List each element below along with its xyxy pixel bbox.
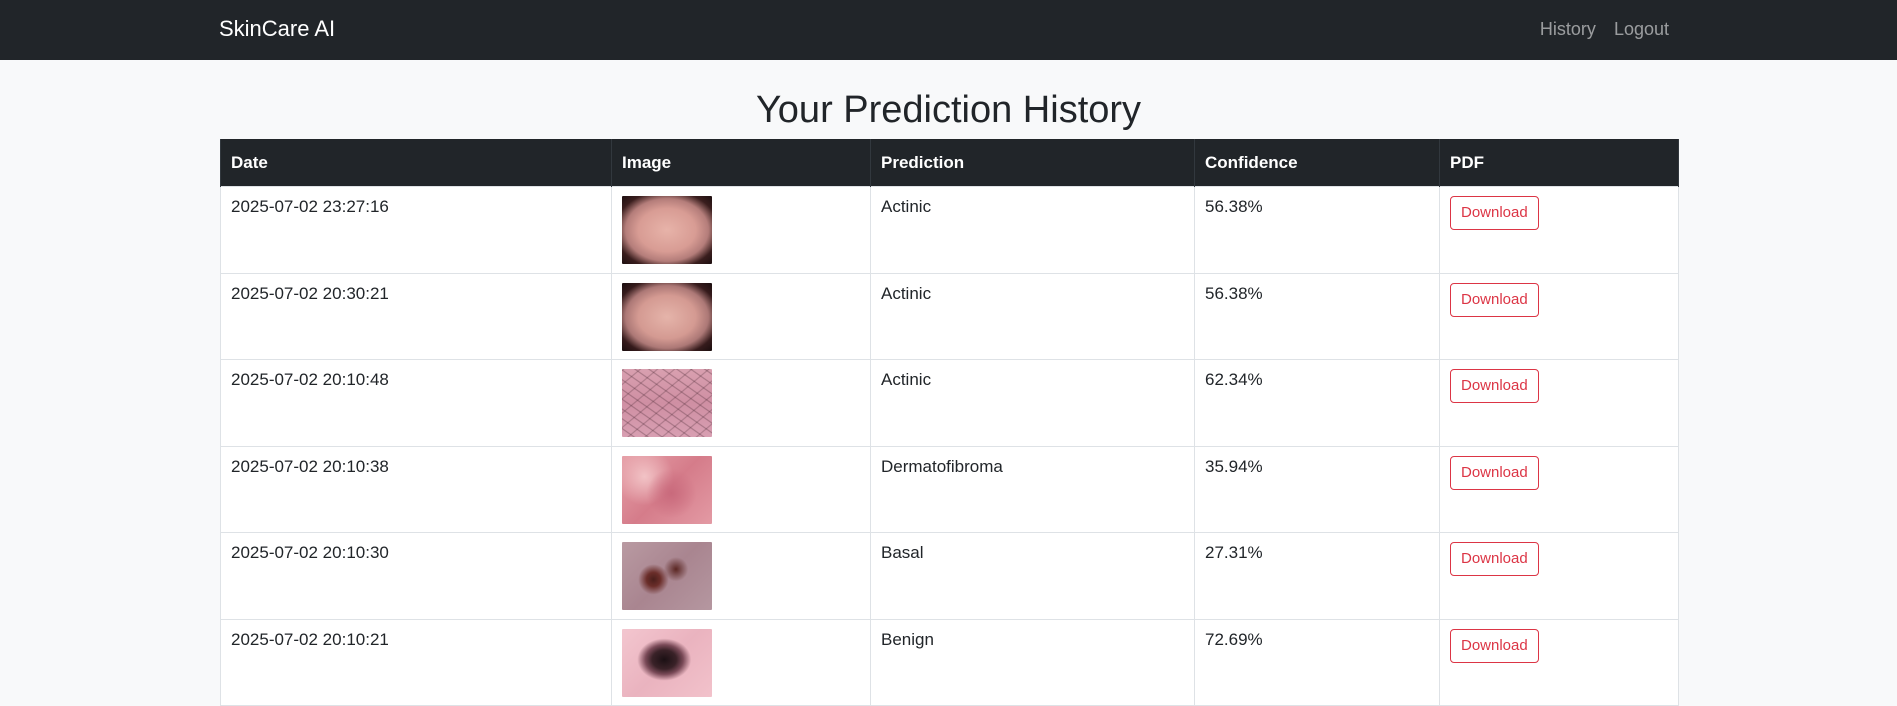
cell-pdf: Download xyxy=(1439,445,1679,533)
cell-image xyxy=(611,359,871,447)
cell-pdf: Download xyxy=(1439,359,1679,447)
nav-links: History Logout xyxy=(1540,17,1669,41)
cell-prediction: Basal xyxy=(870,532,1195,620)
cell-pdf: Download xyxy=(1439,272,1679,360)
cell-pdf: Download xyxy=(1439,186,1679,274)
cell-prediction: Actinic xyxy=(870,272,1195,360)
cell-confidence: 35.94% xyxy=(1194,445,1440,533)
column-header-prediction: Prediction xyxy=(870,139,1195,187)
download-pdf-button[interactable]: Download xyxy=(1450,455,1539,490)
cell-image xyxy=(611,445,871,533)
cell-prediction: Actinic xyxy=(870,186,1195,274)
history-table-container: Date Image Prediction Confidence PDF 202… xyxy=(220,139,1679,706)
cell-confidence: 72.69% xyxy=(1194,618,1440,706)
cell-date: 2025-07-02 20:10:21 xyxy=(220,618,612,706)
download-pdf-button[interactable]: Download xyxy=(1450,282,1539,317)
brand-link[interactable]: SkinCare AI xyxy=(219,15,335,43)
table-row: 2025-07-02 20:30:21 Actinic 56.38% Downl… xyxy=(220,272,1679,360)
column-header-confidence: Confidence xyxy=(1194,139,1440,187)
column-header-pdf: PDF xyxy=(1439,139,1679,187)
table-header-row: Date Image Prediction Confidence PDF xyxy=(220,139,1679,187)
cell-prediction: Actinic xyxy=(870,359,1195,447)
cell-date: 2025-07-02 20:10:48 xyxy=(220,359,612,447)
cell-image xyxy=(611,186,871,274)
lesion-thumbnail xyxy=(622,455,712,524)
cell-date: 2025-07-02 20:10:30 xyxy=(220,532,612,620)
cell-pdf: Download xyxy=(1439,618,1679,706)
table-row: 2025-07-02 20:10:38 Dermatofibroma 35.94… xyxy=(220,445,1679,533)
history-table: Date Image Prediction Confidence PDF 202… xyxy=(220,139,1679,706)
lesion-thumbnail xyxy=(622,369,712,437)
lesion-thumbnail xyxy=(622,196,712,264)
table-row: 2025-07-02 20:10:21 Benign 72.69% Downlo… xyxy=(220,618,1679,706)
table-row: 2025-07-02 20:10:48 Actinic 62.34% Downl… xyxy=(220,359,1679,447)
cell-date: 2025-07-02 23:27:16 xyxy=(220,186,612,274)
cell-confidence: 27.31% xyxy=(1194,532,1440,620)
nav-link-history[interactable]: History xyxy=(1540,17,1596,41)
lesion-thumbnail xyxy=(622,542,712,610)
table-row: 2025-07-02 23:27:16 Actinic 56.38% Downl… xyxy=(220,186,1679,274)
cell-pdf: Download xyxy=(1439,532,1679,620)
page-title: Your Prediction History xyxy=(755,89,1142,131)
cell-date: 2025-07-02 20:30:21 xyxy=(220,272,612,360)
column-header-image: Image xyxy=(611,139,871,187)
cell-image xyxy=(611,272,871,360)
download-pdf-button[interactable]: Download xyxy=(1450,369,1539,403)
table-row: 2025-07-02 20:10:30 Basal 27.31% Downloa… xyxy=(220,532,1679,620)
cell-confidence: 56.38% xyxy=(1194,186,1440,274)
lesion-thumbnail xyxy=(622,628,712,697)
cell-confidence: 56.38% xyxy=(1194,272,1440,360)
lesion-thumbnail xyxy=(622,282,712,351)
cell-confidence: 62.34% xyxy=(1194,359,1440,447)
download-pdf-button[interactable]: Download xyxy=(1450,196,1539,230)
download-pdf-button[interactable]: Download xyxy=(1450,628,1539,663)
cell-prediction: Benign xyxy=(870,618,1195,706)
nav-link-logout[interactable]: Logout xyxy=(1614,17,1669,41)
cell-date: 2025-07-02 20:10:38 xyxy=(220,445,612,533)
cell-image xyxy=(611,532,871,620)
navbar: SkinCare AI History Logout xyxy=(0,0,1897,60)
cell-prediction: Dermatofibroma xyxy=(870,445,1195,533)
column-header-date: Date xyxy=(220,139,612,187)
cell-image xyxy=(611,618,871,706)
download-pdf-button[interactable]: Download xyxy=(1450,542,1539,576)
